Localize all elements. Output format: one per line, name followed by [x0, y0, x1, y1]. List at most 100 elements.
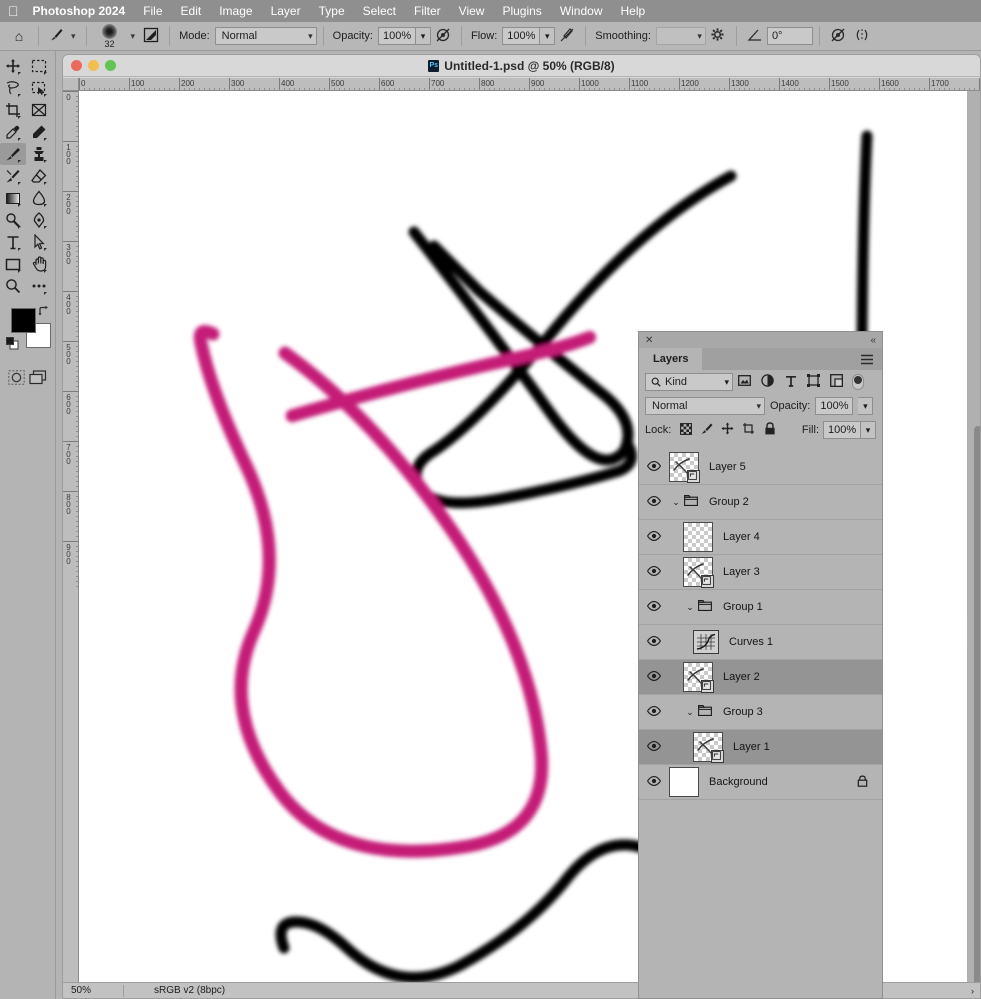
zoom-level-input[interactable]: 50% [63, 985, 123, 996]
opacity-stepper-chevron-down-icon[interactable]: ▾ [416, 27, 431, 45]
layer-row[interactable]: ⌄ Group 2 [639, 485, 882, 520]
blend-mode-select[interactable]: Normal ▾ [214, 27, 317, 45]
visibility-eye-icon[interactable] [639, 460, 669, 474]
layer-thumbnail[interactable] [683, 557, 714, 588]
lock-transparent-pixels-icon[interactable] [675, 422, 696, 438]
clone-stamp-tool[interactable] [26, 143, 52, 165]
swap-colors-icon[interactable] [37, 305, 50, 321]
menu-item-window[interactable]: Window [560, 4, 603, 18]
layer-opacity-input[interactable]: 100% [815, 397, 854, 415]
zoom-tool[interactable] [0, 275, 26, 297]
lock-all-icon[interactable] [759, 422, 780, 438]
layer-name[interactable]: Group 2 [709, 496, 749, 508]
layer-thumbnail[interactable] [683, 522, 713, 552]
layer-thumbnail[interactable] [669, 767, 699, 797]
menu-item-help[interactable]: Help [621, 4, 646, 18]
horizontal-type-tool[interactable] [0, 231, 26, 253]
panel-menu-icon[interactable] [860, 348, 882, 370]
path-selection-tool[interactable] [26, 231, 52, 253]
visibility-eye-icon[interactable] [639, 705, 669, 719]
menu-item-filter[interactable]: Filter [414, 4, 441, 18]
apple-logo-icon[interactable]:  [8, 4, 19, 18]
layer-name[interactable]: Group 3 [723, 706, 763, 718]
gradient-tool[interactable] [0, 187, 26, 209]
eyedropper-tool[interactable] [0, 121, 26, 143]
rectangular-marquee-tool[interactable] [26, 55, 52, 77]
layer-row[interactable]: Layer 3 [639, 555, 882, 590]
vertical-ruler[interactable]: 0 100 200 300 400 500 600 700 800 900 [63, 91, 79, 998]
screen-mode-icon[interactable] [28, 367, 50, 387]
group-expand-chevron-icon[interactable]: ⌄ [683, 707, 697, 718]
airbrush-icon[interactable] [555, 27, 579, 46]
lock-position-icon[interactable] [717, 422, 738, 438]
menu-item-file[interactable]: File [143, 4, 162, 18]
brush-tool-icon[interactable] [45, 27, 67, 45]
pressure-opacity-icon[interactable] [431, 27, 455, 46]
pressure-size-icon[interactable] [826, 27, 850, 46]
visibility-eye-icon[interactable] [639, 530, 669, 544]
layer-row[interactable]: Layer 2 [639, 660, 882, 695]
flow-stepper-chevron-down-icon[interactable]: ▾ [540, 27, 556, 45]
fill-input[interactable]: 100% [823, 421, 861, 439]
menu-item-edit[interactable]: Edit [181, 4, 202, 18]
visibility-eye-icon[interactable] [639, 495, 669, 509]
visibility-eye-icon[interactable] [639, 565, 669, 579]
opacity-input[interactable]: 100% [378, 27, 416, 45]
smoothing-options-gear-icon[interactable] [706, 27, 730, 45]
menu-item-view[interactable]: View [459, 4, 485, 18]
lock-image-pixels-icon[interactable] [696, 422, 717, 438]
ruler-origin-corner[interactable] [63, 78, 79, 91]
pixel-layers-filter-icon[interactable] [733, 375, 756, 389]
vertical-scrollbar[interactable] [974, 426, 980, 996]
menu-item-type[interactable]: Type [319, 4, 345, 18]
filter-kind-select[interactable]: Kind ▾ [645, 373, 733, 391]
layer-row[interactable]: ⌄ Group 1 [639, 590, 882, 625]
layer-row[interactable]: ⌄ Group 3 [639, 695, 882, 730]
brush-tool[interactable] [0, 143, 26, 165]
layer-name[interactable]: Group 1 [723, 601, 763, 613]
spot-healing-brush-tool[interactable] [26, 121, 52, 143]
lock-artboard-nesting-icon[interactable] [738, 422, 759, 438]
menu-item-layer[interactable]: Layer [271, 4, 301, 18]
foreground-color-swatch[interactable] [11, 308, 36, 333]
layer-blend-mode-select[interactable]: Normal ▾ [645, 397, 765, 415]
smoothing-input[interactable]: ▾ [655, 27, 706, 45]
filter-enable-toggle[interactable] [852, 374, 864, 390]
menu-app-name[interactable]: Photoshop 2024 [33, 4, 126, 18]
symmetry-icon[interactable] [850, 28, 874, 45]
layer-opacity-stepper-icon[interactable]: ▾ [858, 397, 874, 415]
layer-name[interactable]: Layer 2 [723, 671, 760, 683]
pen-tool[interactable] [26, 209, 52, 231]
layer-row[interactable]: Background [639, 765, 882, 800]
layer-name[interactable]: Layer 5 [709, 461, 746, 473]
dodge-tool[interactable] [0, 209, 26, 231]
type-layers-filter-icon[interactable] [779, 375, 802, 390]
visibility-eye-icon[interactable] [639, 740, 669, 754]
home-icon[interactable]: ⌂ [6, 28, 32, 44]
crop-tool[interactable] [0, 99, 26, 121]
brush-angle-input[interactable]: 0° [766, 27, 813, 45]
hand-tool[interactable] [26, 253, 52, 275]
brush-preset-picker[interactable]: 32 [93, 23, 127, 49]
collapse-panel-icon[interactable]: « [870, 335, 876, 346]
menu-item-select[interactable]: Select [363, 4, 396, 18]
rectangle-tool[interactable] [0, 253, 26, 275]
brush-size-chevron-down-icon[interactable]: ▾ [127, 31, 140, 42]
visibility-eye-icon[interactable] [639, 600, 669, 614]
group-expand-chevron-icon[interactable]: ⌄ [669, 497, 683, 508]
tab-layers[interactable]: Layers [639, 348, 703, 370]
layer-thumbnail[interactable] [693, 732, 724, 763]
visibility-eye-icon[interactable] [639, 635, 669, 649]
brush-settings-panel-icon[interactable] [139, 27, 163, 46]
history-brush-tool[interactable] [0, 165, 26, 187]
layer-name[interactable]: Layer 4 [723, 531, 760, 543]
smart-object-filter-icon[interactable] [825, 374, 848, 390]
object-selection-tool[interactable] [26, 77, 52, 99]
shape-layers-filter-icon[interactable] [802, 374, 825, 390]
adjustment-layers-filter-icon[interactable] [756, 374, 779, 390]
layer-name[interactable]: Layer 1 [733, 741, 770, 753]
move-tool[interactable] [0, 55, 26, 77]
layer-row[interactable]: Curves 1 [639, 625, 882, 660]
horizontal-ruler[interactable]: 0 100 200 300 400 500 600 700 800 900 1000 1100 1200… [63, 78, 980, 91]
layer-row[interactable]: Layer 1 [639, 730, 882, 765]
